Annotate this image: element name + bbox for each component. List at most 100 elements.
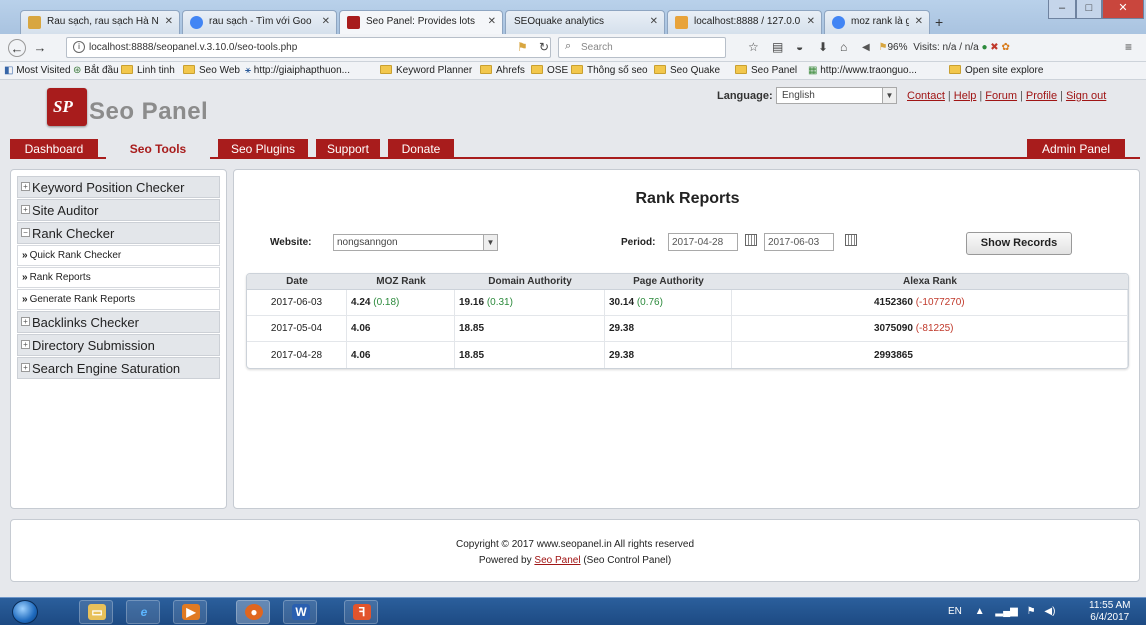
seoquake-icon[interactable]: ● [981,42,987,53]
bookmark-folder-keyword-planner[interactable]: Keyword Planner [380,65,472,76]
bookmark-traonguo[interactable]: ▦ http://www.traonguo... [808,65,917,76]
new-tab-button[interactable]: + [935,14,943,30]
contact-link[interactable]: Contact [907,90,945,102]
menu-support[interactable]: Support [316,139,380,159]
sidebar-item-backlinks-checker[interactable]: + Backlinks Checker [17,311,220,333]
info-icon[interactable]: i [73,41,85,53]
sidebar-item-directory-submission[interactable]: + Directory Submission [17,334,220,356]
taskbar-firefox[interactable]: ● [236,600,270,624]
seo-panel-link[interactable]: Seo Panel [534,555,580,566]
forum-link[interactable]: Forum [985,90,1017,102]
bookmark-folder-ahrefs[interactable]: Ahrefs [480,65,525,76]
tab-moz-rank-search[interactable]: moz rank là gì - Tìm với ✕ [824,10,930,34]
sidebar-item-label: Directory Submission [32,338,155,353]
tab-label: rau sạch - Tìm với Goo [209,16,312,27]
bookmark-folder-seo-quake[interactable]: Seo Quake [654,65,720,76]
show-records-button[interactable]: Show Records [966,232,1072,255]
bookmark-folder-thong-so-seo[interactable]: Thông số seo [571,65,648,76]
maximize-button[interactable]: □ [1076,0,1102,19]
search-input[interactable]: ⌕ Search [558,37,726,58]
help-link[interactable]: Help [954,90,977,102]
taskbar-media-player[interactable]: ▶ [173,600,207,624]
tab-seo-panel[interactable]: Seo Panel: Provides lots ✕ [339,10,503,35]
tab-google-search[interactable]: rau sạch - Tìm với Goo ✕ [182,10,337,34]
sidebar-subitem-quick-rank-checker[interactable]: » Quick Rank Checker [17,245,220,266]
sidebar-subitem-generate-rank-reports[interactable]: » Generate Rank Reports [17,289,220,310]
sidebar-item-keyword-position-checker[interactable]: + Keyword Position Checker [17,176,220,198]
bookmark-bat-dau[interactable]: ⊛ Bắt đầu [73,65,119,76]
bookmark-folder-open-site-explorer[interactable]: Open site explore [949,65,1043,76]
tab-seoquake[interactable]: SEOquake analytics ✕ [505,10,665,34]
reader-flag-icon[interactable]: ⚑ [517,40,528,54]
url-bar[interactable]: i localhost:8888/seopanel.v.3.10.0/seo-t… [66,37,551,58]
menu-seo-tools[interactable]: Seo Tools [106,139,210,159]
send-icon[interactable]: ◀ [862,42,870,53]
close-icon[interactable]: ✕ [322,16,330,27]
calendar-icon[interactable] [745,234,757,246]
seoquake-toolbar[interactable]: ◀ ⚑96% Visits: n/a / n/a ● ✖ ✿ [862,42,1010,53]
taskbar-word[interactable]: W [283,600,317,624]
clock[interactable]: 11:55 AM 6/4/2017 [1089,600,1131,624]
close-icon[interactable]: ✕ [488,16,496,27]
profile-link[interactable]: Profile [1026,90,1057,102]
language-select[interactable]: English ▼ [776,87,897,104]
brand-name: Seo Panel [89,98,209,125]
sign-out-link[interactable]: Sign out [1066,90,1106,102]
close-icon[interactable]: ✕ [165,16,173,27]
sidebar-item-site-auditor[interactable]: + Site Auditor [17,199,220,221]
seo-panel-favicon-icon [347,16,360,29]
taskbar-xampp[interactable]: ꟻ [344,600,378,624]
home-icon[interactable]: ⌂ [840,40,847,54]
date-to-input[interactable]: 2017-06-03 [764,233,834,251]
taskbar-internet-explorer[interactable]: e [126,600,160,624]
menu-admin-panel[interactable]: Admin Panel [1027,139,1125,159]
bookmark-star-icon[interactable]: ☆ [748,40,759,54]
language-indicator[interactable]: EN [948,606,962,617]
menu-seo-plugins[interactable]: Seo Plugins [218,139,308,159]
minimize-button[interactable]: – [1048,0,1076,19]
show-hidden-icons-icon[interactable]: ▲ [975,606,985,617]
library-icon[interactable]: ▤ [772,40,783,54]
bookmark-folder-linh-tinh[interactable]: Linh tinh [121,65,175,76]
menu-donate[interactable]: Donate [388,139,454,159]
seo-panel-logo[interactable]: SP Seo Panel [47,88,227,130]
bookmark-most-visited[interactable]: ◧ Most Visited [4,65,71,76]
close-icon[interactable]: ✕ [807,16,815,27]
tab-rau-sach[interactable]: Rau sạch, rau sạch Hà N ✕ [20,10,180,34]
bookmark-folder-ose[interactable]: OSE [531,65,568,76]
reload-icon[interactable]: ↻ [539,40,549,54]
close-icon[interactable]: ✕ [650,16,658,27]
addon-x-icon[interactable]: ✖ [990,42,998,53]
column-header-domain-authority[interactable]: Domain Authority [455,274,605,290]
column-header-moz-rank[interactable]: MOZ Rank [347,274,455,290]
bookmark-folder-seo-panel[interactable]: Seo Panel [735,65,797,76]
pocket-icon[interactable]: ◒ [796,40,803,54]
sidebar-subitem-rank-reports[interactable]: » Rank Reports [17,267,220,288]
date-from-input[interactable]: 2017-04-28 [668,233,738,251]
close-icon[interactable]: ✕ [915,16,923,27]
taskbar-explorer[interactable]: ▭ [79,600,113,624]
bookmark-giaiphap[interactable]: ⚹ http://giaiphapthuon... [245,65,350,76]
close-window-button[interactable]: ✕ [1102,0,1144,19]
forward-icon[interactable]: → [31,39,49,57]
menu-icon[interactable]: ≡ [1125,40,1132,54]
expand-icon: + [21,340,30,349]
website-value: nongsanngon [337,237,398,248]
back-icon[interactable]: ← [8,39,26,57]
sidebar-item-rank-checker[interactable]: − Rank Checker [17,222,220,244]
tab-phpmyadmin[interactable]: localhost:8888 / 127.0.0 ✕ [667,10,822,34]
addon-icon[interactable]: ✿ [1001,42,1009,53]
volume-icon[interactable]: ◀) [1044,606,1055,617]
column-header-alexa-rank[interactable]: Alexa Rank [732,274,1128,290]
calendar-icon[interactable] [845,234,857,246]
network-icon[interactable]: ⚑ [1027,606,1036,617]
website-select[interactable]: nongsanngon ▼ [333,234,498,251]
column-header-page-authority[interactable]: Page Authority [605,274,732,290]
signal-icon[interactable]: ▂▄▆ [995,606,1017,617]
menu-dashboard[interactable]: Dashboard [10,139,98,159]
column-header-date[interactable]: Date [247,274,347,290]
download-icon[interactable]: ⬇ [818,40,828,54]
sidebar-item-search-engine-saturation[interactable]: + Search Engine Saturation [17,357,220,379]
bookmark-folder-seo-web[interactable]: Seo Web [183,65,240,76]
start-button[interactable] [12,600,38,624]
